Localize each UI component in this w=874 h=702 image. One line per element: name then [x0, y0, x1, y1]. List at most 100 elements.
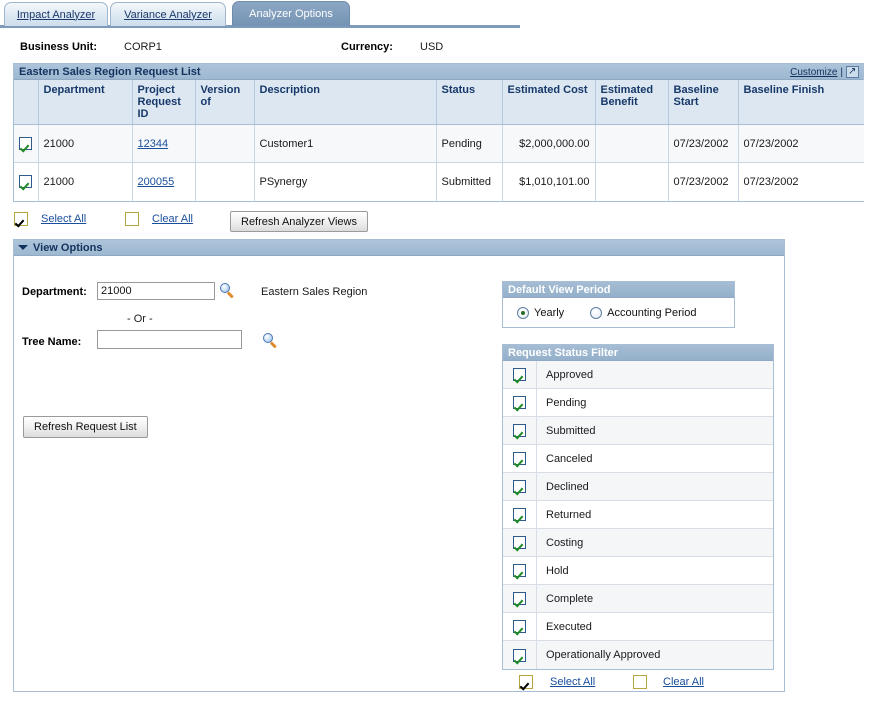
cell-baseline-start: 07/23/2002: [668, 124, 739, 163]
project-request-id-link[interactable]: 200055: [138, 176, 175, 188]
grid-clear-all-checkbox[interactable]: [125, 212, 139, 226]
status-checkbox-cell[interactable]: [503, 641, 537, 669]
status-checkbox[interactable]: [513, 424, 526, 437]
status-checkbox[interactable]: [513, 536, 526, 549]
status-checkbox[interactable]: [513, 452, 526, 465]
status-checkbox[interactable]: [513, 648, 526, 662]
currency-value: USD: [420, 41, 444, 53]
department-label: Department:: [22, 286, 87, 298]
cell-department: 21000: [38, 124, 133, 163]
row-select-cell[interactable]: [14, 124, 39, 163]
grid-clear-all-link[interactable]: Clear All: [152, 213, 193, 225]
radio-accounting-period[interactable]: Accounting Period: [590, 306, 696, 319]
cell-estimated-benefit: [595, 124, 669, 163]
list-item: Declined: [503, 473, 773, 501]
header-version-of[interactable]: Version of: [195, 80, 255, 125]
status-checkbox[interactable]: [513, 592, 526, 605]
status-checkbox[interactable]: [513, 564, 526, 577]
tab-impact-analyzer[interactable]: Impact Analyzer: [4, 2, 108, 26]
status-label: Costing: [546, 536, 584, 549]
radio-yearly-indicator[interactable]: [517, 306, 529, 319]
table-row: 21000 12344 Customer1 Pending $2,000,000…: [14, 124, 864, 163]
row-select-checkbox[interactable]: [19, 175, 33, 189]
status-select-all-link[interactable]: Select All: [550, 676, 595, 688]
or-separator-label: - Or -: [127, 313, 153, 325]
tab-analyzer-options-label: Analyzer Options: [249, 8, 333, 20]
status-checkbox[interactable]: [513, 368, 526, 381]
status-checkbox[interactable]: [513, 620, 526, 633]
status-checkbox-cell[interactable]: [503, 529, 537, 556]
status-checkbox-cell[interactable]: [503, 361, 537, 388]
business-unit-value: CORP1: [124, 41, 162, 53]
status-checkbox-cell[interactable]: [503, 613, 537, 640]
status-label: Complete: [546, 592, 594, 605]
request-list-table: Department Project Request ID Version of…: [14, 80, 864, 201]
header-estimated-benefit[interactable]: Estimated Benefit: [595, 80, 669, 125]
list-item: Returned: [503, 501, 773, 529]
row-select-cell[interactable]: [14, 162, 39, 201]
radio-accounting-period-indicator[interactable]: [590, 306, 603, 319]
customize-link[interactable]: Customize: [790, 67, 837, 78]
cell-version-of: [195, 124, 255, 163]
header-fields: Business Unit: CORP1 Currency: USD: [0, 37, 874, 61]
header-estimated-cost[interactable]: Estimated Cost: [502, 80, 596, 125]
list-item: Operationally Approved: [503, 641, 773, 669]
header-select-column: [14, 80, 39, 125]
header-project-request-id[interactable]: Project Request ID: [132, 80, 196, 125]
status-label: Executed: [546, 620, 592, 633]
status-checkbox-cell[interactable]: [503, 389, 537, 416]
refresh-analyzer-views-button[interactable]: Refresh Analyzer Views: [230, 211, 368, 232]
cell-status: Pending: [436, 124, 503, 163]
radio-yearly[interactable]: Yearly: [517, 306, 564, 319]
request-list-grid-header: Eastern Sales Region Request List Custom…: [14, 64, 863, 80]
refresh-request-list-button[interactable]: Refresh Request List: [23, 416, 148, 438]
project-request-id-link[interactable]: 12344: [138, 138, 169, 150]
collapse-twisty-icon[interactable]: [18, 245, 28, 250]
tree-name-input[interactable]: [97, 330, 242, 349]
tree-name-lookup-magnifier-icon[interactable]: [263, 333, 278, 349]
view-options-header[interactable]: View Options: [14, 240, 784, 256]
grid-header-actions: Customize |: [790, 64, 859, 80]
department-lookup-magnifier-icon[interactable]: [220, 283, 235, 299]
header-baseline-start[interactable]: Baseline Start: [668, 80, 739, 125]
request-status-filter-list: Approved Pending Submitted Canceled Decl…: [503, 361, 773, 669]
status-checkbox[interactable]: [513, 396, 526, 409]
popout-window-icon[interactable]: [846, 65, 859, 78]
view-options-panel: View Options Department: Eastern Sales R…: [13, 239, 785, 692]
table-header-row: Department Project Request ID Version of…: [14, 80, 864, 125]
cell-department: 21000: [38, 162, 133, 201]
cell-description: Customer1: [254, 124, 437, 163]
grid-select-all-link[interactable]: Select All: [41, 213, 86, 225]
row-select-checkbox[interactable]: [19, 137, 33, 150]
request-status-filter-box: Request Status Filter Approved Pending S…: [502, 344, 774, 670]
tab-variance-analyzer-label: Variance Analyzer: [124, 8, 212, 21]
status-select-all-checkbox[interactable]: [519, 675, 533, 689]
status-filter-actions-row: Select All Clear All: [502, 671, 774, 697]
tab-analyzer-options[interactable]: Analyzer Options: [232, 1, 350, 26]
department-input[interactable]: [97, 282, 215, 300]
status-clear-all-checkbox[interactable]: [633, 675, 647, 689]
status-checkbox[interactable]: [513, 508, 526, 521]
header-description[interactable]: Description: [254, 80, 437, 125]
default-view-period-box: Default View Period Yearly Accounting Pe…: [502, 281, 735, 328]
status-checkbox-cell[interactable]: [503, 585, 537, 612]
status-checkbox-cell[interactable]: [503, 473, 537, 500]
status-checkbox-cell[interactable]: [503, 417, 537, 444]
status-checkbox-cell[interactable]: [503, 501, 537, 528]
status-label: Declined: [546, 480, 589, 493]
table-row: 21000 200055 PSynergy Submitted $1,010,1…: [14, 162, 864, 201]
grid-select-all-checkbox[interactable]: [14, 212, 28, 226]
list-item: Canceled: [503, 445, 773, 473]
status-checkbox-cell[interactable]: [503, 445, 537, 472]
header-status[interactable]: Status: [436, 80, 503, 125]
default-view-period-options: Yearly Accounting Period: [503, 298, 734, 327]
header-department[interactable]: Department: [38, 80, 133, 125]
status-checkbox[interactable]: [513, 480, 526, 493]
status-clear-all-link[interactable]: Clear All: [663, 676, 704, 688]
tab-variance-analyzer[interactable]: Variance Analyzer: [110, 2, 226, 26]
status-checkbox-cell[interactable]: [503, 557, 537, 584]
department-description: Eastern Sales Region: [261, 286, 368, 298]
cell-project-request-id: 12344: [132, 124, 196, 163]
header-baseline-finish[interactable]: Baseline Finish: [738, 80, 864, 125]
tree-name-label: Tree Name:: [22, 336, 82, 348]
